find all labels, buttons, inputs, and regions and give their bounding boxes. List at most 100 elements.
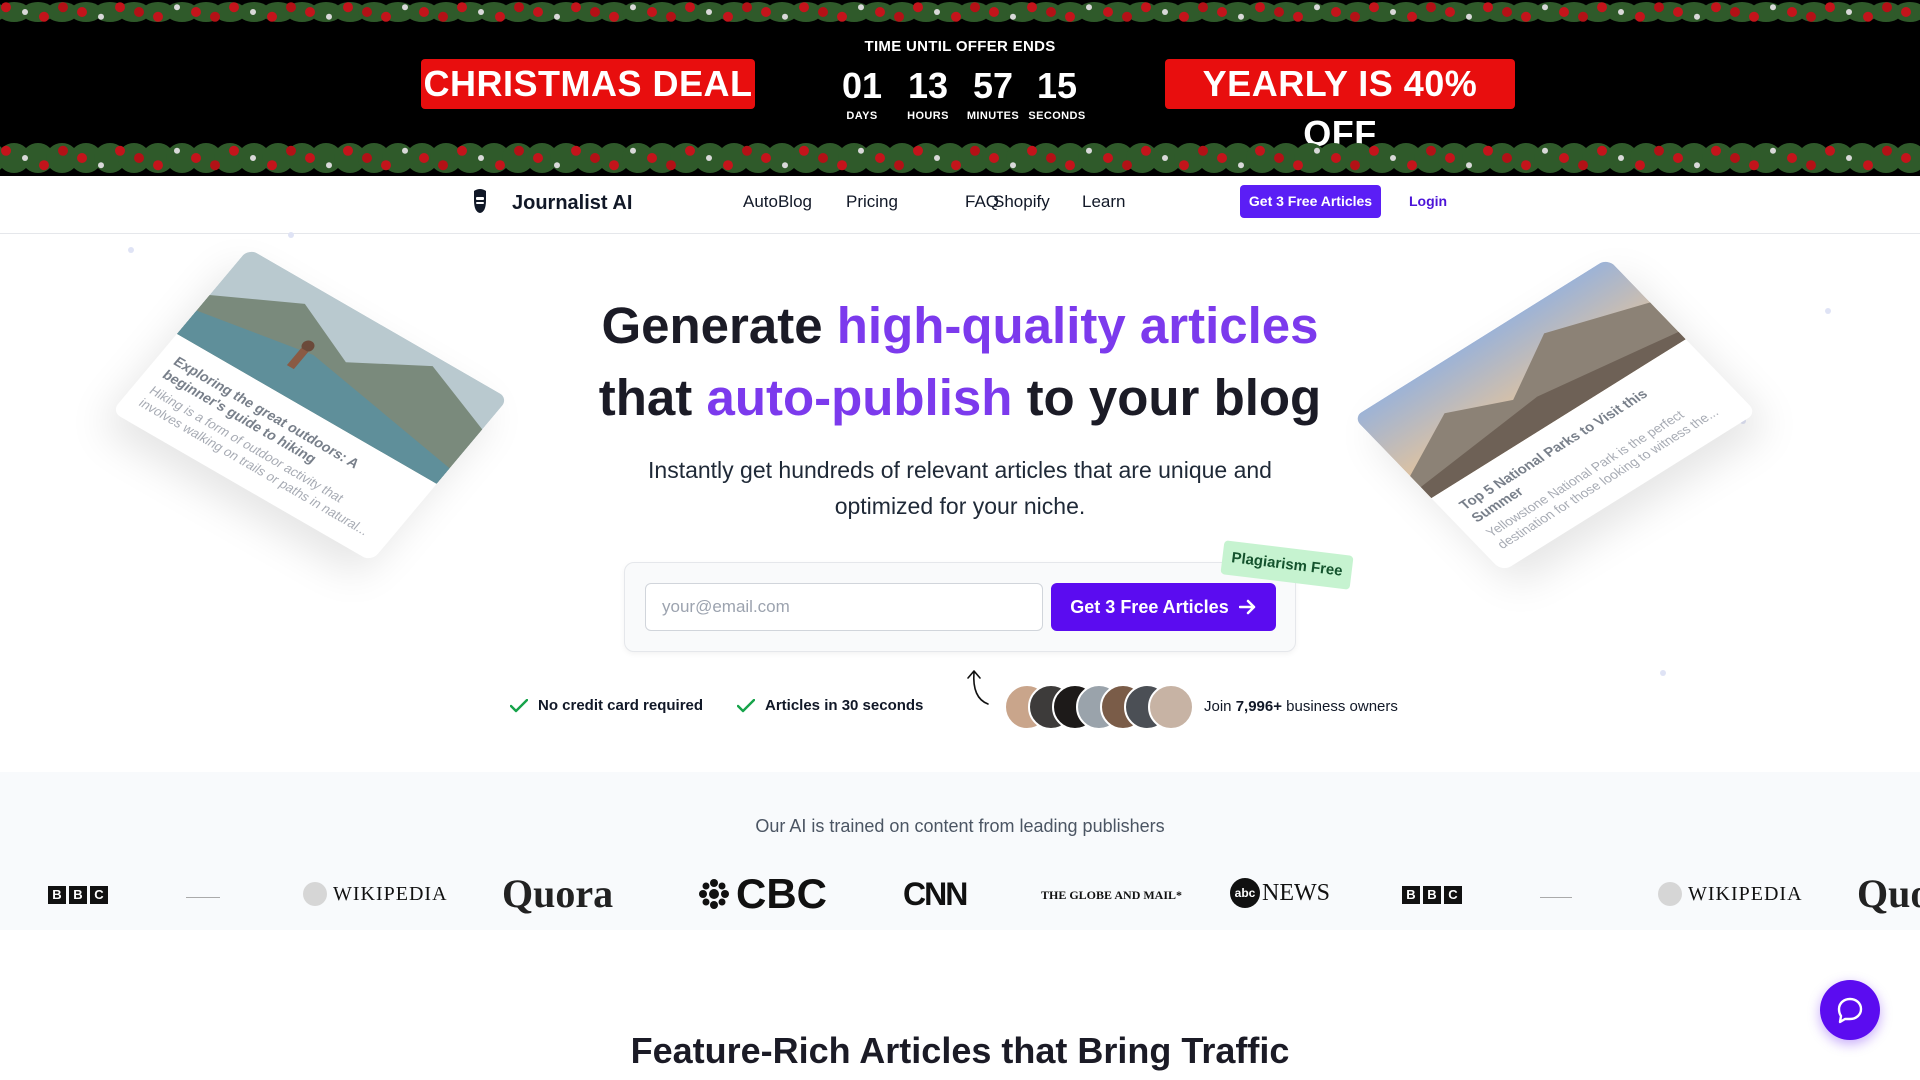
garland-ornament (326, 13, 332, 20)
garland-ornament (590, 153, 600, 163)
checkmark-icon (510, 698, 528, 712)
garland-ornament (1542, 4, 1548, 11)
checkmark-icon (737, 698, 755, 712)
bbc-logo-letter: B (1402, 886, 1420, 904)
garland-ornament (1825, 145, 1835, 156)
wikipedia-globe-icon (303, 882, 327, 906)
signup-form: Get 3 Free Articles (624, 562, 1296, 652)
timer-seconds-value: 15 (1036, 65, 1078, 106)
garland-ornament (1882, 2, 1892, 13)
garland-ornament (438, 11, 448, 22)
garland-ornament (590, 7, 600, 17)
garland-ornament (1466, 162, 1472, 169)
garland-ornament (1730, 7, 1740, 17)
small-publisher-logo (1540, 888, 1572, 898)
wikipedia-logo: WIKIPEDIA (1658, 882, 1803, 906)
timer-days-label: DAYS (846, 110, 878, 122)
garland-ornament (1863, 11, 1873, 22)
curved-arrow-icon (967, 670, 989, 705)
garland-ornament (799, 2, 809, 13)
garland-ornament (685, 145, 695, 156)
garland-ornament (514, 145, 524, 156)
christmas-deal-badge: CHRISTMAS DEAL (421, 59, 755, 109)
garland-ornament (153, 11, 163, 22)
nav-link-shopify[interactable]: Shopify (993, 192, 1050, 212)
garland-ornament (1179, 160, 1189, 171)
email-input[interactable] (645, 583, 1043, 631)
garland-ornament (1255, 2, 1265, 13)
garland-ornament (381, 160, 391, 171)
arrow-right-icon (1238, 599, 1255, 615)
bbc-logo-letter: B (48, 886, 66, 904)
garland-ornament (837, 11, 847, 22)
features-title: Feature-Rich Articles that Bring Traffic (630, 1030, 1290, 1071)
garland-ornament (1578, 11, 1588, 22)
garland-ornament (706, 9, 712, 15)
garland-ornament (970, 2, 980, 13)
garland-ornament (229, 2, 239, 13)
garland-ornament (478, 155, 484, 161)
garland-ornament (1542, 147, 1548, 154)
garland-ornament (1673, 153, 1683, 163)
garland-ornament (22, 155, 28, 161)
nav-get-free-articles-button[interactable]: Get 3 Free Articles (1240, 185, 1381, 218)
garland-ornament (1274, 7, 1284, 17)
garland-ornament (1846, 9, 1852, 15)
cnn-logo: CNN (903, 876, 968, 912)
garland-ornament (1331, 153, 1341, 163)
garland-ornament (210, 11, 220, 22)
garland-ornament (1521, 160, 1531, 171)
promo-banner: CHRISTMAS DEAL TIME UNTIL OFFER ENDS 01 … (0, 0, 1920, 176)
quora-logo: Quora (502, 871, 614, 916)
garland-ornament (1730, 153, 1740, 163)
garland-ornament (837, 160, 847, 171)
garland-ornament (305, 153, 315, 163)
garland-ornament (1426, 145, 1436, 156)
garland-ornament (1521, 11, 1531, 22)
get-free-articles-button[interactable]: Get 3 Free Articles (1051, 583, 1276, 631)
garland-ornament (1010, 162, 1016, 169)
garland-ornament (1770, 147, 1776, 154)
journalist-logo-icon[interactable] (470, 188, 490, 216)
bbc-logo: B B C (1402, 886, 1462, 904)
globe-and-mail-logo: THE GLOBE AND MAIL* (1041, 888, 1183, 902)
garland-ornament (1483, 145, 1493, 156)
garland-ornament (1635, 160, 1645, 171)
garland-ornament (782, 13, 788, 20)
nav-link-autoblog[interactable]: AutoBlog (743, 192, 812, 212)
garland-ornament (1141, 145, 1151, 156)
garland-ornament (1445, 153, 1455, 163)
garland-ornament (609, 11, 619, 22)
feature-check-label: No credit card required (538, 697, 704, 714)
brand-name[interactable]: Journalist AI (512, 192, 632, 215)
nav-link-learn[interactable]: Learn (1082, 192, 1125, 212)
garland-ornament (419, 7, 429, 17)
nav-link-pricing[interactable]: Pricing (846, 192, 898, 212)
timer-hours-label: HOURS (907, 110, 949, 122)
chat-bubble-icon (1837, 997, 1863, 1024)
garland-ornament (554, 13, 560, 20)
garland-ornament (799, 145, 809, 156)
garland-ornament (1198, 2, 1208, 13)
garland-ornament (761, 7, 771, 17)
chat-support-button[interactable] (1820, 980, 1880, 1040)
garland-ornament (1559, 7, 1569, 17)
garland-ornament (22, 9, 28, 15)
garland-ornament (191, 7, 201, 17)
garland-ornament (818, 153, 828, 163)
garland-ornament (1694, 13, 1700, 20)
garland-ornament (1502, 7, 1512, 17)
hero-title-part: Generate (601, 297, 837, 354)
garland-ornament (1141, 2, 1151, 13)
garland-ornament (98, 162, 104, 169)
garland-ornament (457, 145, 467, 156)
login-link[interactable]: Login (1409, 193, 1447, 209)
garland-ornament (115, 145, 125, 156)
avatar (1148, 684, 1194, 730)
garland-ornament (1238, 13, 1244, 20)
garland-ornament (1749, 11, 1759, 22)
garland-ornament (267, 160, 277, 171)
wikipedia-globe-icon (1658, 882, 1682, 906)
garland-ornament (723, 160, 733, 171)
feature-check-label: Articles in 30 seconds (765, 697, 924, 714)
